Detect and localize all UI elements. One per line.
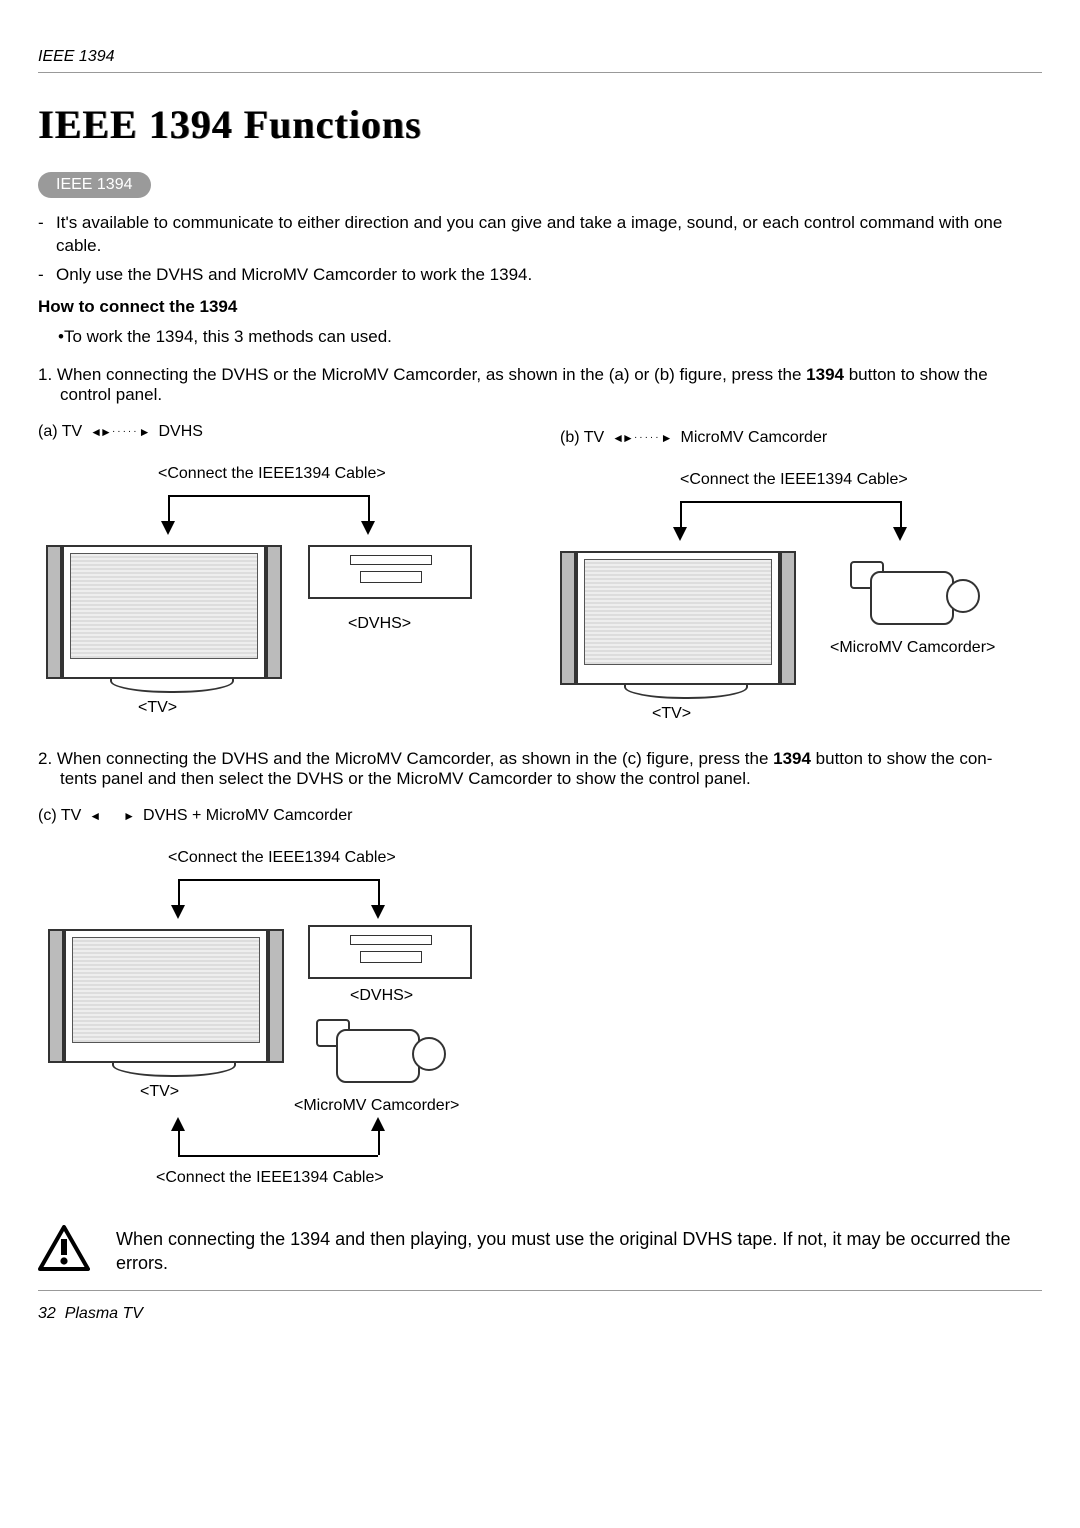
intro-list: It's available to communicate to either … <box>38 212 1042 287</box>
bi-arrow-solid-icon: ◄► <box>89 807 135 825</box>
fig-b-tv-label: (b) TV <box>560 429 604 447</box>
dvhs-icon <box>308 925 472 979</box>
fig-b-cam-caption: <MicroMV Camcorder> <box>830 639 995 657</box>
arrow-down-icon <box>673 527 687 541</box>
tv-speaker-icon <box>48 929 64 1063</box>
step1-post: button to show the <box>844 365 988 384</box>
fig-b-tv-caption: <TV> <box>652 705 691 723</box>
step2-post: button to show the con- <box>811 749 992 768</box>
howto-heading: How to connect the 1394 <box>38 297 1042 317</box>
step1-bold: 1394 <box>806 365 844 384</box>
product-name: Plasma TV <box>65 1305 143 1322</box>
document-page: IEEE 1394 IEEE 1394 Functions IEEE 1394 … <box>0 0 1080 1528</box>
tv-speaker-icon <box>560 551 576 685</box>
intro-item-1: It's available to communicate to either … <box>38 212 1042 258</box>
arrow-down-icon <box>161 521 175 535</box>
step1-line2: control panel. <box>38 385 1042 405</box>
fig-c-dev-label: DVHS + MicroMV Camcorder <box>143 807 352 825</box>
fig-a-dvhs-caption: <DVHS> <box>348 615 411 633</box>
page-title: IEEE 1394 Functions <box>38 101 1042 148</box>
tv-icon <box>576 551 780 685</box>
camcorder-icon <box>850 551 980 631</box>
arrow-down-icon <box>171 905 185 919</box>
arrow-down-icon <box>361 521 375 535</box>
arrow-up-icon <box>171 1117 185 1131</box>
tv-stand-icon <box>110 677 234 693</box>
figure-a: (a) TV ·····► DVHS <Connect the IEEE1394… <box>38 423 520 731</box>
fig-b-connect-label: <Connect the IEEE1394 Cable> <box>680 471 908 489</box>
fig-a-dev-label: DVHS <box>158 423 202 441</box>
tv-speaker-icon <box>46 545 62 679</box>
fig-c-cam-caption: <MicroMV Camcorder> <box>294 1097 459 1115</box>
arrow-down-icon <box>893 527 907 541</box>
fig-c-connect-top-label: <Connect the IEEE1394 Cable> <box>168 849 396 867</box>
tv-stand-icon <box>624 683 748 699</box>
figure-b: (b) TV ·····► MicroMV Camcorder <Connect… <box>560 423 1042 731</box>
step2-bold: 1394 <box>773 749 811 768</box>
warning-box: When connecting the 1394 and then playin… <box>38 1219 1042 1291</box>
tv-speaker-icon <box>780 551 796 685</box>
tv-speaker-icon <box>266 545 282 679</box>
step2-line2: tents panel and then select the DVHS or … <box>38 769 1042 789</box>
diagram-row-ab: (a) TV ·····► DVHS <Connect the IEEE1394… <box>38 423 1042 731</box>
tv-icon <box>62 545 266 679</box>
tv-speaker-icon <box>268 929 284 1063</box>
step1-pre: 1. When connecting the DVHS or the Micro… <box>38 365 806 384</box>
tv-icon <box>64 929 268 1063</box>
section-pill: IEEE 1394 <box>38 172 151 198</box>
arrow-up-icon <box>371 1117 385 1131</box>
camcorder-icon <box>316 1009 446 1089</box>
fig-c-tv-label: (c) TV <box>38 807 81 825</box>
dvhs-icon <box>308 545 472 599</box>
bi-arrow-dotted-icon: ·····► <box>612 429 672 447</box>
figure-c: (c) TV ◄► DVHS + MicroMV Camcorder <Conn… <box>38 807 1042 1199</box>
step-2: 2. When connecting the DVHS and the Micr… <box>38 749 1042 789</box>
arrow-down-icon <box>371 905 385 919</box>
fig-c-dvhs-caption: <DVHS> <box>350 987 413 1005</box>
fig-b-dev-label: MicroMV Camcorder <box>680 429 827 447</box>
page-footer: 32 Plasma TV <box>38 1305 1042 1323</box>
intro-item-2: Only use the DVHS and MicroMV Camcorder … <box>38 264 1042 287</box>
fig-a-tv-caption: <TV> <box>138 699 177 717</box>
warning-icon <box>38 1225 90 1276</box>
howto-bullet: •To work the 1394, this 3 methods can us… <box>38 327 1042 347</box>
tv-stand-icon <box>112 1061 236 1077</box>
warning-text: When connecting the 1394 and then playin… <box>116 1225 1042 1276</box>
step2-pre: 2. When connecting the DVHS and the Micr… <box>38 749 773 768</box>
fig-c-tv-caption: <TV> <box>140 1083 179 1101</box>
page-number: 32 <box>38 1305 56 1322</box>
fig-a-tv-label: (a) TV <box>38 423 82 441</box>
fig-c-connect-bottom-label: <Connect the IEEE1394 Cable> <box>156 1169 384 1187</box>
running-header: IEEE 1394 <box>38 48 1042 73</box>
step-1: 1. When connecting the DVHS or the Micro… <box>38 365 1042 405</box>
bi-arrow-dotted-icon: ·····► <box>90 423 150 441</box>
fig-a-connect-label: <Connect the IEEE1394 Cable> <box>158 465 386 483</box>
